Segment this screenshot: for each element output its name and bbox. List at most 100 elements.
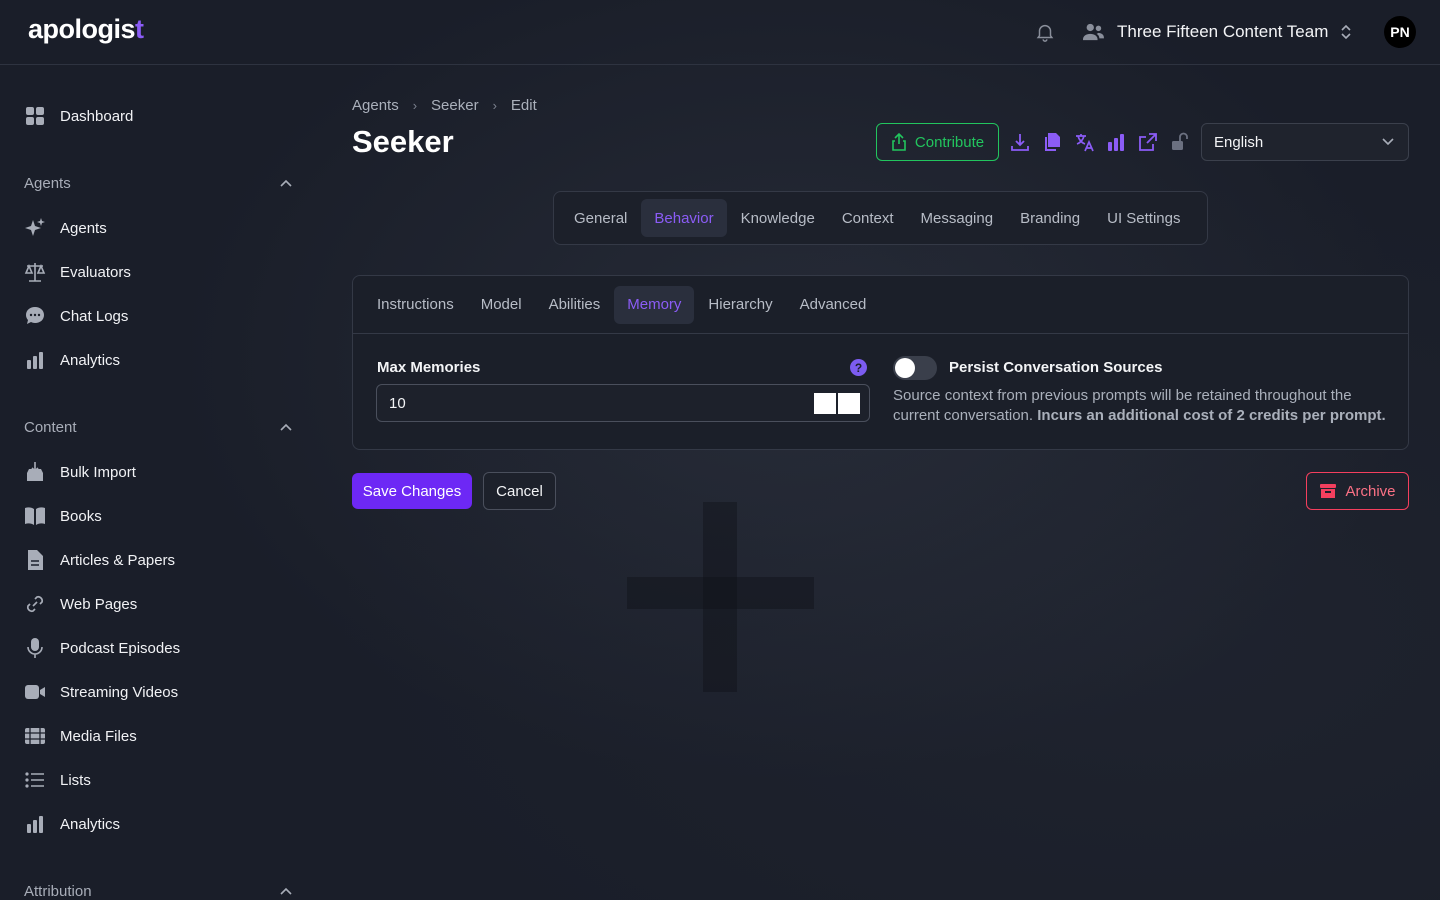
sidebar-item-label: Streaming Videos [60, 683, 179, 701]
top-bar: apologist Three Fifteen Content Team PN [0, 0, 1440, 65]
sidebar-item-label: Books [60, 507, 102, 525]
sidebar-item-label: Dashboard [60, 107, 134, 125]
tab-bar: General Behavior Knowledge Context Messa… [553, 191, 1208, 245]
tab-ui-settings[interactable]: UI Settings [1094, 199, 1193, 237]
chevron-down-icon [1382, 138, 1394, 146]
bar-chart-icon [24, 349, 46, 371]
max-memories-label: Max Memories [377, 359, 481, 376]
number-stepper[interactable] [814, 393, 860, 414]
chevron-right-icon: › [492, 98, 497, 113]
background-cross [627, 577, 814, 609]
sidebar-section-content[interactable]: Content [24, 419, 77, 436]
chevron-up-icon[interactable] [279, 178, 293, 188]
logo-text: apologis [28, 14, 136, 44]
subtab-hierarchy[interactable]: Hierarchy [695, 286, 785, 324]
tab-branding[interactable]: Branding [1007, 199, 1093, 237]
sidebar-item-label: Web Pages [60, 595, 138, 613]
bar-chart-icon [24, 813, 46, 835]
page-title: Seeker [352, 124, 454, 159]
avatar[interactable]: PN [1384, 16, 1416, 48]
tab-general[interactable]: General [561, 199, 640, 237]
film-icon [24, 725, 46, 747]
bell-icon[interactable] [1034, 21, 1056, 43]
chat-bubble-icon [24, 305, 46, 327]
help-icon[interactable]: ? [850, 359, 867, 376]
sidebar-item-lists[interactable]: Lists [24, 768, 91, 792]
subtab-memory[interactable]: Memory [614, 285, 695, 324]
subtab-instructions[interactable]: Instructions [364, 286, 467, 324]
sidebar-section-agents[interactable]: Agents [24, 175, 71, 192]
breadcrumb-seeker[interactable]: Seeker [431, 97, 479, 114]
archive-label: Archive [1345, 482, 1396, 500]
subtab-advanced[interactable]: Advanced [787, 286, 880, 324]
import-icon [24, 461, 46, 483]
sidebar-item-label: Analytics [60, 815, 121, 833]
sidebar-item-streaming-videos[interactable]: Streaming Videos [24, 680, 178, 704]
sidebar-item-label: Evaluators [60, 263, 131, 281]
save-button[interactable]: Save Changes [352, 473, 472, 509]
logo-accent: t [135, 14, 144, 44]
tab-behavior[interactable]: Behavior [641, 199, 727, 237]
link-icon [24, 593, 46, 615]
chevron-right-icon: › [412, 98, 418, 113]
chevron-up-down-icon[interactable] [1339, 23, 1353, 41]
subtab-model[interactable]: Model [468, 286, 535, 324]
tab-context[interactable]: Context [829, 199, 907, 237]
sidebar-section-attribution[interactable]: Attribution [24, 883, 92, 900]
max-memories-value: 10 [389, 394, 406, 412]
sparkles-icon [24, 217, 46, 239]
sidebar-item-articles[interactable]: Articles & Papers [24, 548, 175, 572]
sidebar-item-media-files[interactable]: Media Files [24, 724, 137, 748]
external-link-icon[interactable] [1138, 132, 1158, 152]
cancel-button[interactable]: Cancel [483, 472, 556, 510]
tab-messaging[interactable]: Messaging [908, 199, 1007, 237]
unlock-icon[interactable] [1170, 132, 1190, 152]
sidebar-item-agent-analytics[interactable]: Analytics [24, 348, 120, 372]
sidebar-item-label: Chat Logs [60, 307, 129, 325]
bar-chart-icon[interactable] [1106, 132, 1126, 152]
team-switcher-label[interactable]: Three Fifteen Content Team [1117, 22, 1328, 42]
share-icon [892, 133, 906, 151]
sidebar-item-label: Podcast Episodes [60, 639, 181, 657]
stepper-decrement[interactable] [814, 393, 836, 414]
chevron-up-icon[interactable] [279, 422, 293, 432]
dashboard-icon [24, 105, 46, 127]
sidebar-item-web-pages[interactable]: Web Pages [24, 592, 137, 616]
subtab-bar: Instructions Model Abilities Memory Hier… [353, 276, 1408, 334]
sidebar-item-label: Lists [60, 771, 91, 789]
persist-cost-text: Incurs an additional cost of 2 credits p… [1037, 407, 1386, 424]
sidebar: Dashboard Agents Agents Evaluators Chat … [0, 65, 312, 900]
sidebar-item-label: Bulk Import [60, 463, 136, 481]
copy-icon[interactable] [1042, 132, 1062, 152]
sidebar-item-bulk-import[interactable]: Bulk Import [24, 460, 136, 484]
sidebar-item-label: Articles & Papers [60, 551, 176, 569]
sidebar-item-books[interactable]: Books [24, 504, 102, 528]
stepper-increment[interactable] [838, 393, 860, 414]
download-icon[interactable] [1010, 132, 1030, 152]
sidebar-item-dashboard[interactable]: Dashboard [24, 104, 133, 128]
sidebar-item-podcast-episodes[interactable]: Podcast Episodes [24, 636, 180, 660]
sidebar-item-content-analytics[interactable]: Analytics [24, 812, 120, 836]
archive-button[interactable]: Archive [1306, 472, 1409, 510]
logo[interactable]: apologist [28, 14, 144, 45]
document-icon [24, 549, 46, 571]
breadcrumb-agents[interactable]: Agents [352, 97, 399, 114]
persist-sources-label: Persist Conversation Sources [949, 359, 1163, 376]
translate-icon[interactable] [1074, 132, 1094, 152]
scale-icon [24, 261, 46, 283]
video-camera-icon [24, 681, 46, 703]
tab-knowledge[interactable]: Knowledge [728, 199, 828, 237]
breadcrumb-edit: Edit [510, 97, 537, 114]
archive-icon [1320, 484, 1337, 498]
max-memories-input[interactable]: 10 [376, 384, 870, 422]
sidebar-item-chat-logs[interactable]: Chat Logs [24, 304, 128, 328]
persist-sources-toggle[interactable] [893, 356, 937, 380]
contribute-button[interactable]: Contribute [876, 123, 999, 161]
sidebar-item-evaluators[interactable]: Evaluators [24, 260, 131, 284]
language-select[interactable]: English [1201, 123, 1409, 161]
chevron-up-icon[interactable] [279, 886, 293, 896]
team-icon [1083, 23, 1104, 41]
subtab-abilities[interactable]: Abilities [536, 286, 614, 324]
sidebar-item-agents[interactable]: Agents [24, 216, 107, 240]
microphone-icon [24, 637, 46, 659]
